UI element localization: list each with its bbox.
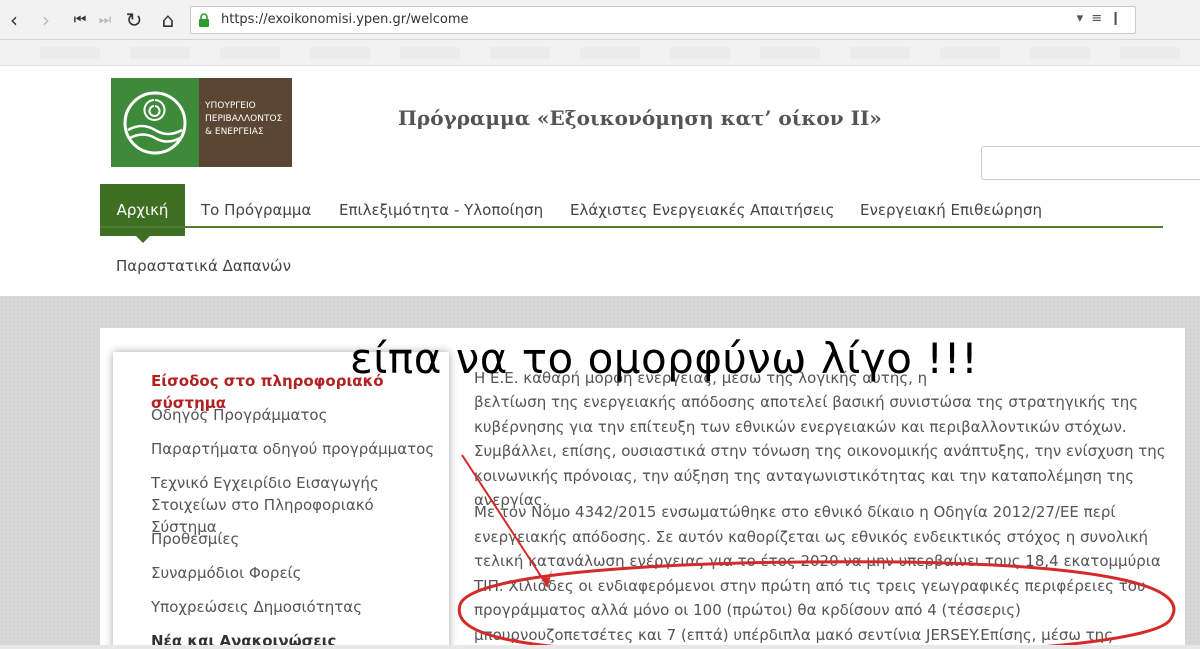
menu-item-home[interactable]: Αρχική (100, 184, 185, 243)
blurred-bookmarks (10, 47, 1190, 59)
menu-item-program[interactable]: Το Πρόγραμμα (201, 184, 311, 236)
bookmark-icon[interactable]: ❙ (1110, 11, 1129, 26)
sidebar-item-appendices[interactable]: Παραρτήματα οδηγού προγράμματος (151, 438, 441, 460)
menu-divider (100, 226, 1163, 228)
dropdown-icon[interactable]: ▾ (1077, 11, 1092, 26)
sidebar-item-guide[interactable]: Οδηγός Προγράμματος (151, 404, 441, 426)
sidebar-item-publicity[interactable]: Υποχρεώσεις Δημοσιότητας (151, 596, 441, 618)
sidebar-item-agencies[interactable]: Συναρμόδιοι Φορείς (151, 562, 441, 584)
menu-item-min-requirements[interactable]: Ελάχιστες Ενεργειακές Απαιτήσεις (570, 184, 834, 236)
logo-text: ΥΠΟΥΡΓΕΙΟ ΠΕΡΙΒΑΛΛΟΝΤΟΣ & ΕΝΕΡΓΕΙΑΣ (199, 78, 292, 167)
address-bar[interactable]: https://exoikonomisi.ypen.gr/welcome ▾≡❙ (190, 6, 1136, 34)
lock-icon (199, 13, 209, 27)
ministry-logo[interactable]: ΥΠΟΥΡΓΕΙΟ ΠΕΡΙΒΑΛΛΟΝΤΟΣ & ΕΝΕΡΓΕΙΑΣ (111, 78, 292, 167)
reload-icon[interactable]: ↻ (122, 6, 146, 34)
site-header: ΥΠΟΥΡΓΕΙΟ ΠΕΡΙΒΑΛΛΟΝΤΟΣ & ΕΝΕΡΓΕΙΑΣ Πρόγ… (0, 66, 1200, 296)
url-actions: ▾≡❙ (1077, 11, 1129, 26)
back-icon[interactable]: ‹ (4, 6, 24, 34)
search-input[interactable] (981, 146, 1200, 180)
paragraph-2: Με τον Νόμο 4342/2015 ενσωματώθηκε στο ε… (474, 503, 1161, 644)
logo-line: ΥΠΟΥΡΓΕΙΟ (205, 101, 256, 111)
sidebar-menu: Είσοδος στο πληροφοριακό σύστημα Οδηγός … (113, 352, 449, 649)
logo-line: & ΕΝΕΡΓΕΙΑΣ (205, 127, 264, 137)
bookmarks-bar (0, 40, 1200, 66)
site-title: Πρόγραμμα «Εξοικονόμηση κατ’ οίκον ΙΙ» (398, 106, 882, 130)
logo-line: ΠΕΡΙΒΑΛΛΟΝΤΟΣ (205, 114, 283, 124)
home-icon[interactable]: ⌂ (156, 6, 180, 34)
horizontal-scrollbar[interactable] (0, 645, 1200, 649)
menu-item-expense-documents[interactable]: Παραστατικά Δαπανών (116, 240, 291, 292)
menu-item-eligibility[interactable]: Επιλεξιμότητα - Υλοποίηση (339, 184, 543, 236)
url-text: https://exoikonomisi.ypen.gr/welcome (221, 12, 469, 27)
skip-forward-icon[interactable]: ⏭ (96, 6, 114, 34)
paragraph-1: βελτίωση της ενεργειακής απόδοσης αποτελ… (474, 393, 1166, 509)
sidebar-item-deadlines[interactable]: Προθεσμίες (151, 528, 441, 550)
forward-icon[interactable]: › (36, 6, 56, 34)
browser-toolbar: ‹ › ⏮ ⏭ ↻ ⌂ https://exoikonomisi.ypen.gr… (0, 0, 1200, 40)
skip-back-icon[interactable]: ⏮ (70, 6, 90, 34)
reader-icon[interactable]: ≡ (1091, 11, 1110, 26)
sun-logo-icon (111, 78, 199, 167)
menu-item-energy-inspection[interactable]: Ενεργειακή Επιθεώρηση (860, 184, 1042, 236)
overlay-caption: είπα να το ομορφύνω λίγο !!! (350, 334, 979, 383)
